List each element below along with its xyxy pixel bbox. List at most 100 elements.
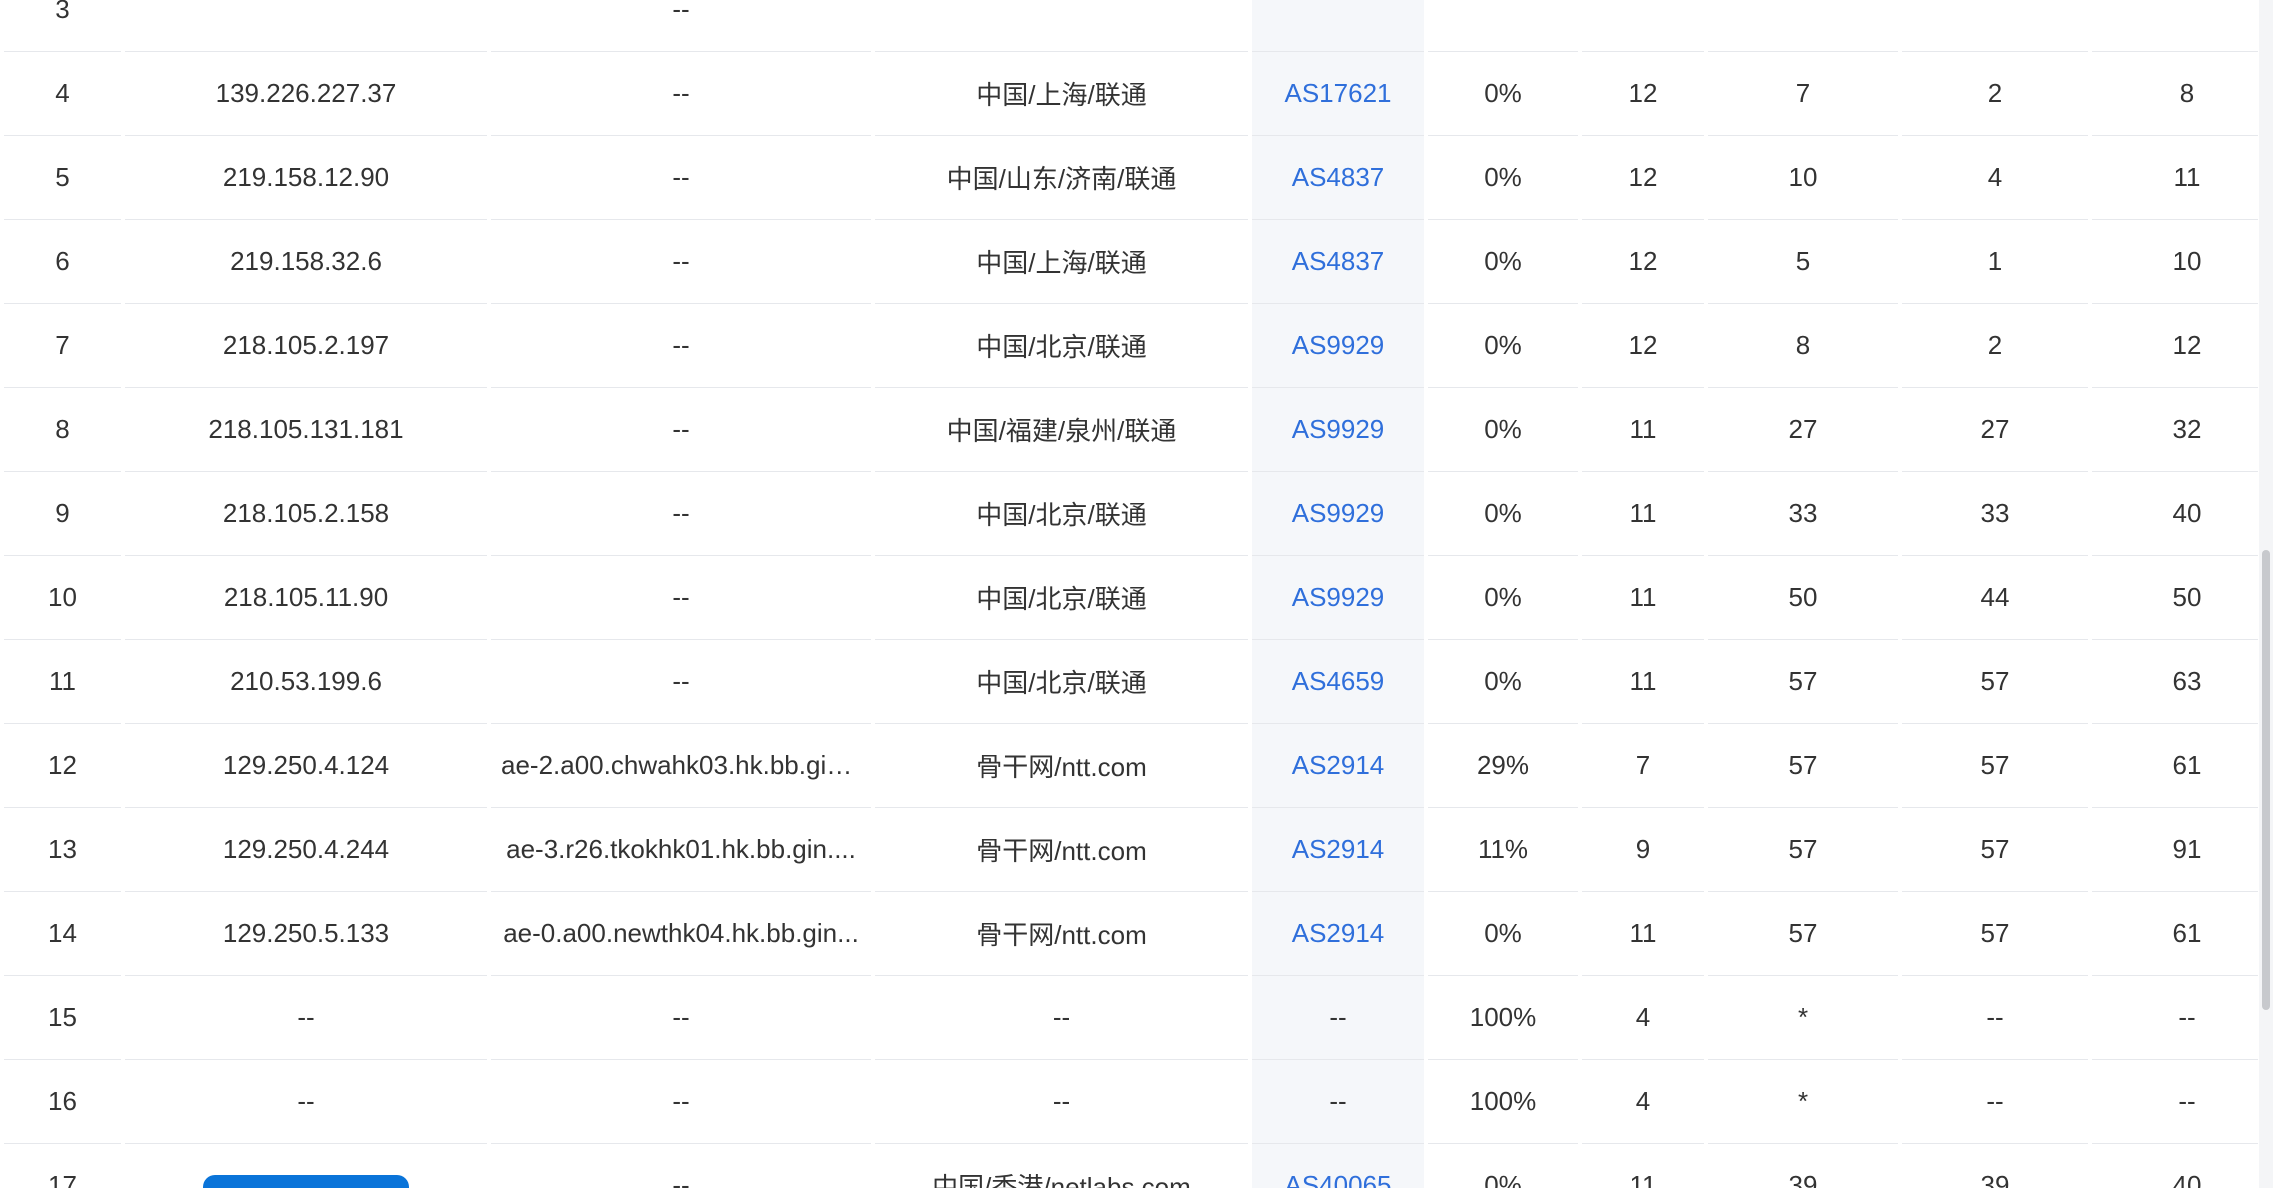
asn-link[interactable]: AS4837 <box>1292 162 1385 192</box>
asn-cell: AS9929 <box>1252 556 1424 640</box>
ip-address-cell <box>125 0 487 52</box>
asn-cell: -- <box>1252 976 1424 1060</box>
hop-number-cell: 8 <box>4 388 121 472</box>
avg-latency-cell: -- <box>2092 976 2258 1060</box>
location-cell: -- <box>875 1060 1248 1144</box>
table-row: 4 139.226.227.37 -- 中国/上海/联通 AS17621 0% 12 7 2 8 <box>4 52 2258 136</box>
location-cell <box>875 0 1248 52</box>
table-row: 17 -- 中国/香港/netlabs.com AS40065 0% 11 39 39 40 <box>4 1144 2258 1188</box>
vertical-scrollbar[interactable] <box>2259 0 2273 1188</box>
asn-link[interactable]: AS40065 <box>1285 1170 1392 1188</box>
hostname-text: -- <box>672 246 690 276</box>
table-row: 9 218.105.2.158 -- 中国/北京/联通 AS9929 0% 11 33 33 40 <box>4 472 2258 556</box>
table-row: 6 219.158.32.6 -- 中国/上海/联通 AS4837 0% 12 5 1 10 <box>4 220 2258 304</box>
ip-address-cell: 210.53.199.6 <box>125 640 487 724</box>
hostname-cell: -- <box>491 472 871 556</box>
packet-loss-cell: 0% <box>1428 556 1578 640</box>
hop-number-cell: 6 <box>4 220 121 304</box>
best-latency-cell: 57 <box>1902 640 2088 724</box>
asn-link[interactable]: AS4837 <box>1292 246 1385 276</box>
hostname-cell: -- <box>491 52 871 136</box>
hostname-text: ae-2.a00.chwahk03.hk.bb.gin... <box>501 750 861 780</box>
hop-number-cell: 13 <box>4 808 121 892</box>
sent-count-cell: 11 <box>1582 892 1704 976</box>
packet-loss-cell: 100% <box>1428 976 1578 1060</box>
table-row: 3 -- <box>4 0 2258 52</box>
hop-number-cell: 17 <box>4 1144 121 1188</box>
traceroute-table-body: 3 -- 4 139.226.227.37 -- 中国/上海/联通 AS17621 0% 12 7… <box>4 0 2258 1188</box>
sent-count-cell: 12 <box>1582 220 1704 304</box>
asn-cell: -- <box>1252 1060 1424 1144</box>
avg-latency-cell: 12 <box>2092 304 2258 388</box>
hop-number-cell: 7 <box>4 304 121 388</box>
table-row: 16 -- -- -- -- 100% 4 * -- -- <box>4 1060 2258 1144</box>
asn-link[interactable]: AS2914 <box>1292 834 1385 864</box>
asn-link[interactable]: AS9929 <box>1292 330 1385 360</box>
hop-number-cell: 4 <box>4 52 121 136</box>
asn-link[interactable]: AS4659 <box>1292 666 1385 696</box>
table-row: 13 129.250.4.244 ae-3.r26.tkokhk01.hk.bb.g… <box>4 808 2258 892</box>
last-latency-cell: 7 <box>1708 52 1898 136</box>
hostname-text: -- <box>672 1002 690 1032</box>
sent-count-cell: 4 <box>1582 976 1704 1060</box>
packet-loss-cell: 0% <box>1428 472 1578 556</box>
hostname-text: -- <box>672 498 690 528</box>
last-latency-cell: 57 <box>1708 892 1898 976</box>
hostname-text: -- <box>672 330 690 360</box>
traceroute-table: 3 -- 4 139.226.227.37 -- 中国/上海/联通 AS17621 0% 12 7… <box>0 0 2258 1188</box>
table-row: 11 210.53.199.6 -- 中国/北京/联通 AS4659 0% 11 57 57 63 <box>4 640 2258 724</box>
location-cell: 中国/北京/联通 <box>875 472 1248 556</box>
ip-address-cell: 218.105.2.158 <box>125 472 487 556</box>
best-latency-cell: 57 <box>1902 808 2088 892</box>
asn-cell: AS2914 <box>1252 724 1424 808</box>
asn-link[interactable]: AS9929 <box>1292 582 1385 612</box>
packet-loss-cell: 11% <box>1428 808 1578 892</box>
avg-latency-cell: 61 <box>2092 724 2258 808</box>
best-latency-cell <box>1902 0 2088 52</box>
hostname-text: -- <box>672 1086 690 1116</box>
asn-link[interactable]: AS9929 <box>1292 414 1385 444</box>
packet-loss-cell: 0% <box>1428 892 1578 976</box>
last-latency-cell: 27 <box>1708 388 1898 472</box>
asn-link[interactable]: AS9929 <box>1292 498 1385 528</box>
last-latency-cell: 57 <box>1708 640 1898 724</box>
table-row: 15 -- -- -- -- 100% 4 * -- -- <box>4 976 2258 1060</box>
sent-count-cell <box>1582 0 1704 52</box>
table-row: 8 218.105.131.181 -- 中国/福建/泉州/联通 AS9929 0% 11 2… <box>4 388 2258 472</box>
table-row: 14 129.250.5.133 ae-0.a00.newthk04.hk.bb.g… <box>4 892 2258 976</box>
hostname-cell: -- <box>491 640 871 724</box>
last-latency-cell <box>1708 0 1898 52</box>
sent-count-cell: 11 <box>1582 640 1704 724</box>
asn-cell: AS9929 <box>1252 472 1424 556</box>
vertical-scrollbar-thumb[interactable] <box>2262 550 2270 1010</box>
hostname-cell: -- <box>491 976 871 1060</box>
location-cell: 骨干网/ntt.com <box>875 808 1248 892</box>
table-row: 12 129.250.4.124 ae-2.a00.chwahk03.hk.bb.g… <box>4 724 2258 808</box>
location-cell: 中国/北京/联通 <box>875 304 1248 388</box>
hostname-cell: -- <box>491 220 871 304</box>
hop-number-cell: 15 <box>4 976 121 1060</box>
hostname-text: -- <box>672 582 690 612</box>
best-latency-cell: -- <box>1902 1060 2088 1144</box>
best-latency-cell: 33 <box>1902 472 2088 556</box>
ip-address-cell: 129.250.4.124 <box>125 724 487 808</box>
ip-address-cell: 218.105.131.181 <box>125 388 487 472</box>
asn-link[interactable]: AS17621 <box>1285 78 1392 108</box>
asn-cell <box>1252 0 1424 52</box>
asn-cell: AS4837 <box>1252 136 1424 220</box>
asn-link[interactable]: AS2914 <box>1292 750 1385 780</box>
best-latency-cell: 2 <box>1902 52 2088 136</box>
sent-count-cell: 4 <box>1582 1060 1704 1144</box>
sent-count-cell: 11 <box>1582 1144 1704 1188</box>
ip-address-cell: 139.226.227.37 <box>125 52 487 136</box>
best-latency-cell: 4 <box>1902 136 2088 220</box>
hostname-cell: -- <box>491 1060 871 1144</box>
avg-latency-cell: 10 <box>2092 220 2258 304</box>
last-latency-cell: 10 <box>1708 136 1898 220</box>
asn-link[interactable]: AS2914 <box>1292 918 1385 948</box>
ip-address-cell: -- <box>125 1060 487 1144</box>
hop-number-cell: 10 <box>4 556 121 640</box>
best-latency-cell: 57 <box>1902 724 2088 808</box>
traceroute-table-viewport: 3 -- 4 139.226.227.37 -- 中国/上海/联通 AS17621 0% 12 7… <box>0 0 2258 1188</box>
location-cell: 中国/北京/联通 <box>875 556 1248 640</box>
